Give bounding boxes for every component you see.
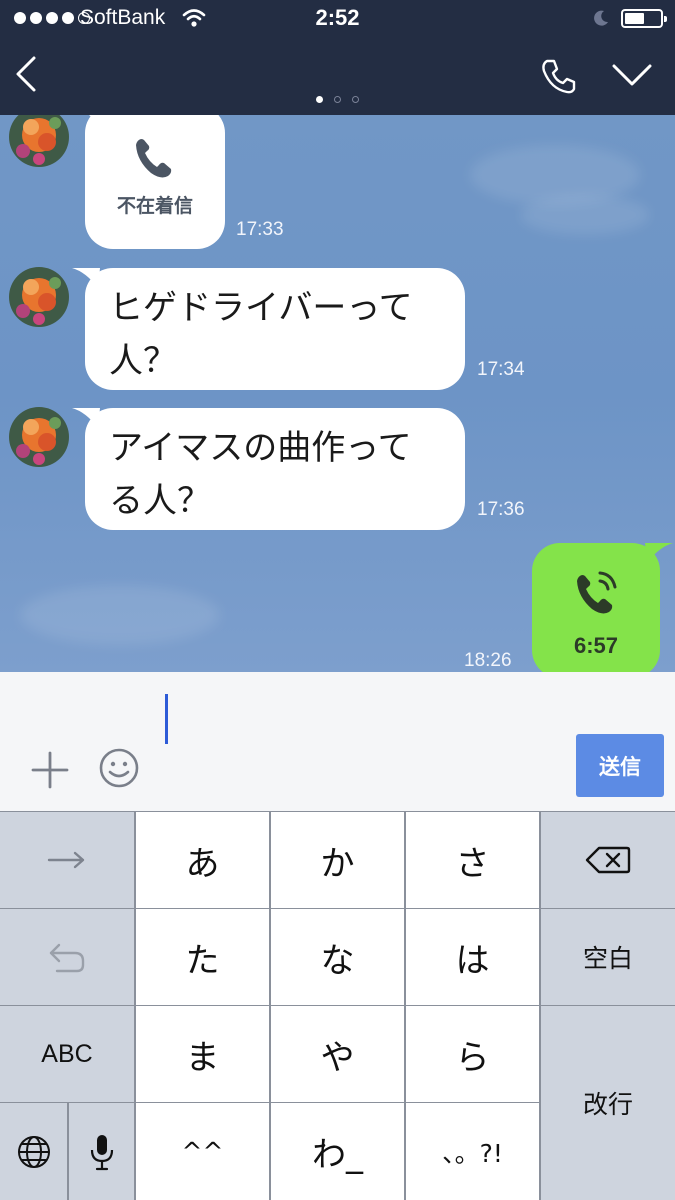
backspace-key[interactable]	[541, 812, 675, 908]
message-bubble[interactable]: アイマスの曲作って る人？	[72, 408, 465, 530]
chevron-left-icon	[16, 56, 36, 92]
chevron-down-icon	[612, 64, 652, 86]
avatar-image	[9, 407, 69, 467]
return-key[interactable]: 改行	[541, 1006, 675, 1200]
page-indicator	[0, 96, 675, 103]
key-ha[interactable]: は	[406, 909, 539, 1005]
backspace-icon	[585, 846, 631, 874]
key-ka[interactable]: か	[271, 812, 404, 908]
japanese-keyboard: あ か さ た な は 空白 ABC ま や ら 改行 ^^ わ_ 、。?!	[0, 811, 675, 1200]
microphone-icon	[90, 1134, 113, 1170]
message-input-field[interactable]	[0, 672, 675, 811]
phone-call-icon	[577, 571, 617, 614]
space-key[interactable]: 空白	[541, 909, 675, 1005]
chat-header: SoftBank 2:52	[0, 0, 675, 115]
text-cursor	[165, 694, 168, 744]
chat-area[interactable]: 不在着信 17:33 ヒゲドライバーって 人？ 17:34 アイマスの曲作って …	[0, 115, 675, 672]
status-time: 2:52	[315, 5, 360, 30]
key-punctuation[interactable]: 、。?!	[406, 1103, 539, 1200]
outgoing-call-bubble[interactable]: 6:57	[532, 543, 673, 672]
message-text: ヒゲドライバーって 人？	[109, 282, 413, 388]
message-time: 17:33	[236, 219, 284, 240]
message-time: 17:34	[477, 359, 525, 380]
message-line: 人？	[109, 341, 177, 381]
message-line: アイマスの曲作って	[109, 428, 412, 468]
key-emoticon[interactable]: ^^	[136, 1103, 269, 1200]
status-bar: SoftBank 2:52	[0, 0, 675, 38]
phone-icon	[136, 139, 172, 178]
call-button[interactable]	[536, 55, 580, 99]
next-candidate-key[interactable]	[0, 812, 134, 908]
smiley-icon	[99, 748, 139, 788]
send-button[interactable]: 送信	[576, 734, 664, 797]
key-sa[interactable]: さ	[406, 812, 539, 908]
key-ma[interactable]: ま	[136, 1006, 269, 1102]
key-a[interactable]: あ	[136, 812, 269, 908]
globe-key[interactable]	[0, 1103, 67, 1200]
phone-icon	[542, 59, 576, 94]
add-attachment-button[interactable]	[28, 748, 72, 792]
message-line: る人？	[109, 481, 211, 521]
key-na[interactable]: な	[271, 909, 404, 1005]
missed-call-bubble[interactable]: 不在着信	[85, 115, 225, 249]
message-line: ヒゲドライバーって	[109, 288, 413, 328]
message-text: アイマスの曲作って る人？	[109, 422, 412, 528]
avatar-image	[9, 115, 69, 167]
moon-icon	[594, 10, 608, 26]
avatar-image	[9, 267, 69, 327]
undo-icon	[49, 943, 85, 973]
missed-call-label: 不在着信	[116, 195, 193, 217]
key-ya[interactable]: や	[271, 1006, 404, 1102]
emoji-button[interactable]	[97, 746, 141, 790]
globe-icon	[17, 1135, 50, 1168]
arrow-right-icon	[47, 851, 85, 869]
key-wa[interactable]: わ_	[271, 1103, 404, 1200]
contact-avatar[interactable]	[9, 267, 69, 327]
message-bubble[interactable]: ヒゲドライバーって 人？	[72, 268, 465, 390]
contact-avatar[interactable]	[9, 407, 69, 467]
dictation-key[interactable]	[69, 1103, 134, 1200]
key-ra[interactable]: ら	[406, 1006, 539, 1102]
back-button[interactable]	[8, 52, 48, 96]
undo-key[interactable]	[0, 909, 134, 1005]
message-time: 18:26	[464, 650, 512, 671]
call-duration: 6:57	[573, 633, 619, 658]
battery-icon	[621, 9, 667, 28]
message-time: 17:36	[477, 499, 525, 520]
contact-avatar[interactable]	[9, 115, 69, 167]
key-ta[interactable]: た	[136, 909, 269, 1005]
menu-toggle-button[interactable]	[610, 58, 654, 94]
abc-key[interactable]: ABC	[0, 1006, 134, 1102]
plus-icon	[31, 751, 69, 789]
